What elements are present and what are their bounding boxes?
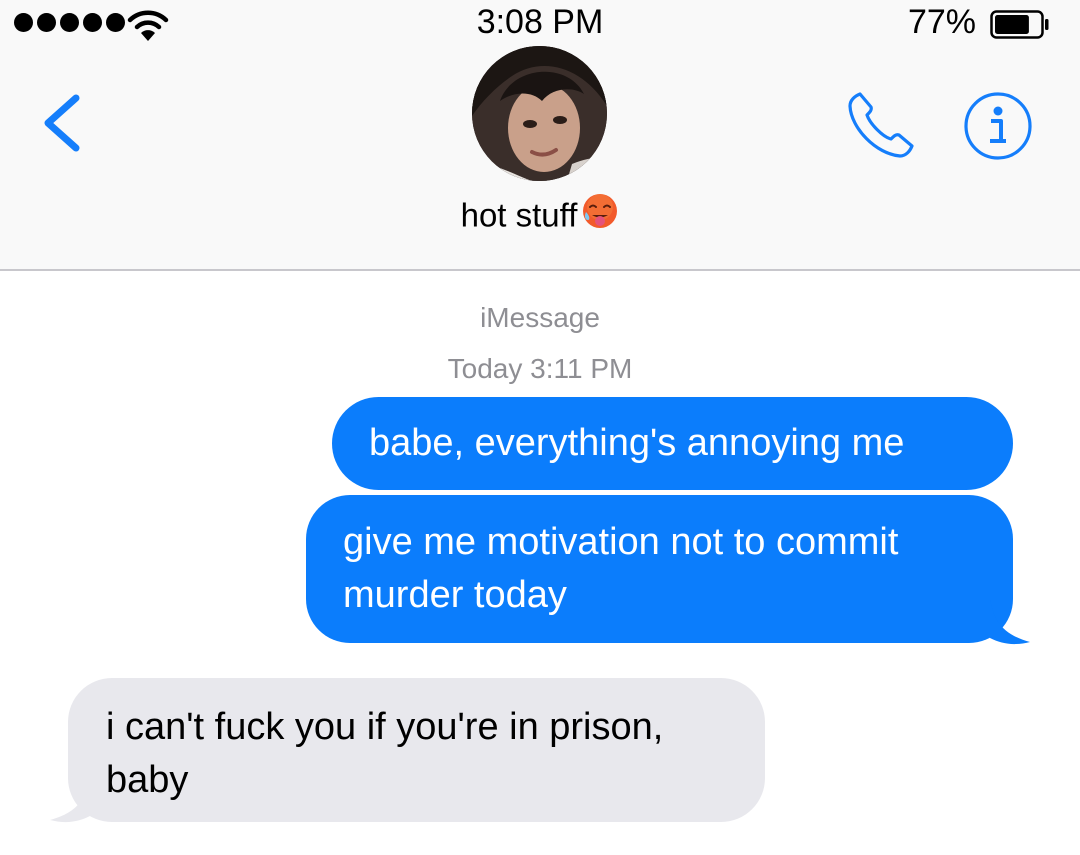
battery-percentage: 77% [907, 3, 976, 41]
message-line: murder today [343, 574, 567, 616]
hot-face-emoji-icon [581, 192, 619, 238]
conversation-header: hot stuff [0, 46, 1080, 271]
message-line: give me motivation not to commit [343, 521, 899, 563]
status-bar: 3:08 PM 77% [0, 0, 1080, 50]
outgoing-bubble-tail [990, 600, 1030, 645]
incoming-message-bubble[interactable]: i can't fuck you if you're in prison, ba… [68, 678, 765, 822]
messages-screen: 3:08 PM 77% hot stuff iMessage Today 3:1… [0, 0, 1080, 855]
contact-avatar[interactable] [472, 46, 607, 181]
battery-icon [990, 10, 1049, 39]
outgoing-message-bubble[interactable]: give me motivation not to commit murder … [306, 495, 1013, 643]
phone-icon[interactable] [846, 90, 916, 160]
info-icon[interactable] [962, 90, 1034, 162]
message-line: baby [106, 759, 189, 801]
back-chevron-icon[interactable] [36, 90, 92, 156]
contact-name-text: hot stuff [460, 196, 578, 234]
message-line: babe, everything's annoying me [369, 422, 905, 464]
service-label: iMessage [480, 302, 600, 333]
outgoing-message-bubble[interactable]: babe, everything's annoying me [332, 397, 1013, 490]
incoming-bubble-tail [50, 778, 90, 823]
contact-name[interactable]: hot stuff [0, 192, 1080, 241]
message-line: i can't fuck you if you're in prison, [106, 706, 664, 748]
message-timestamp: Today 3:11 PM [447, 353, 633, 384]
